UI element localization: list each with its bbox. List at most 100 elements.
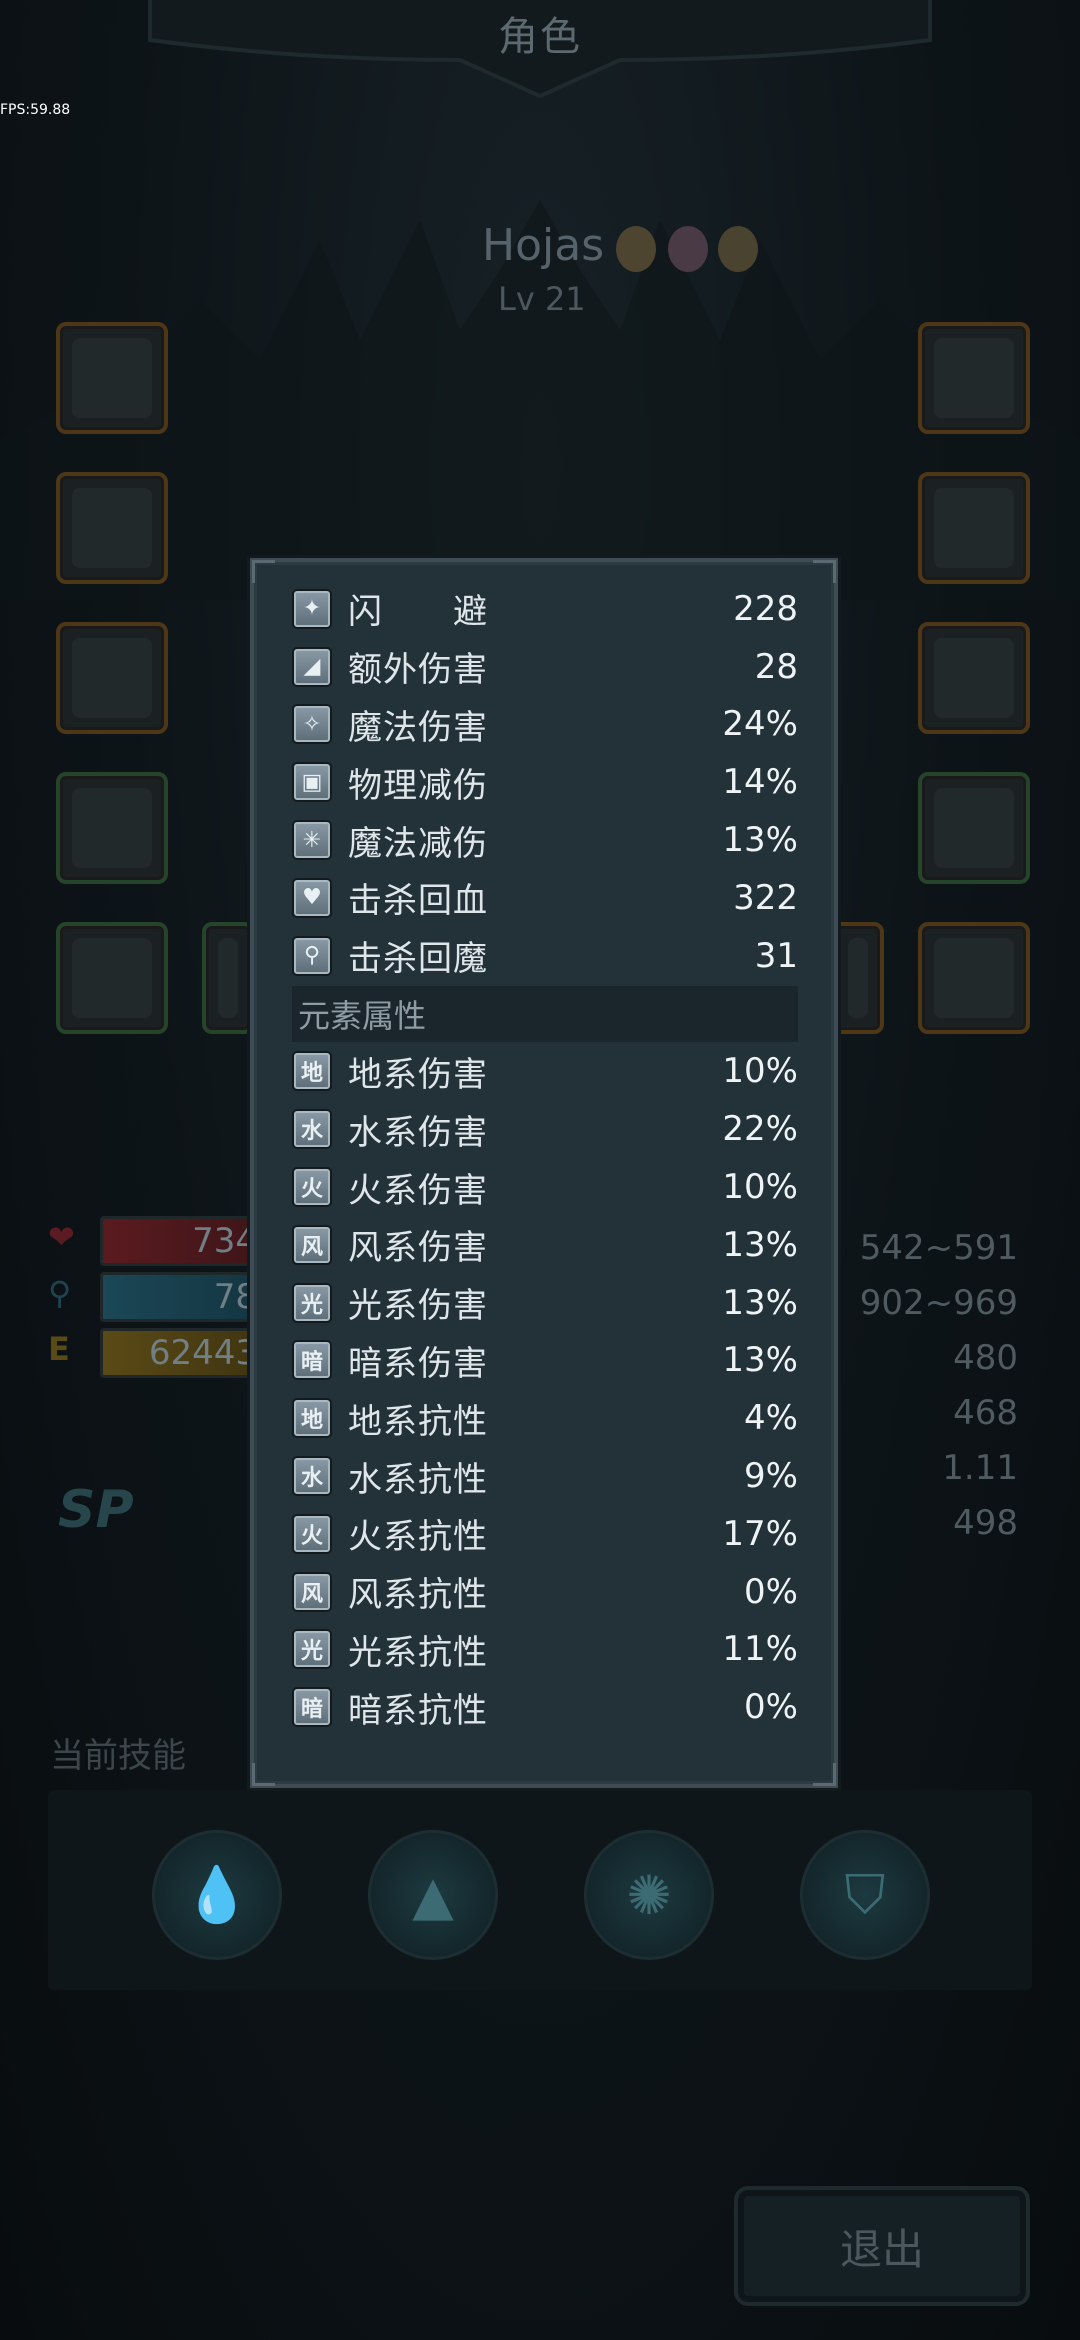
stat-label: 水系伤害 (348, 1112, 488, 1153)
stat-label: 额外伤害 (348, 650, 488, 691)
earth-icon: 地 (292, 1051, 332, 1092)
physical-reduction-icon: ▣ (292, 762, 332, 803)
stat-label: 水系抗性 (348, 1459, 488, 1500)
stat-row: 光光系抗性 11% (292, 1621, 798, 1679)
equip-slot-shield[interactable] (918, 922, 1030, 1034)
stat-row: 风风系伤害 13% (292, 1216, 798, 1274)
stat-value: 13% (722, 820, 798, 861)
stat-row: ✳ 魔法减伤 13% (292, 811, 798, 869)
skill-slot-4[interactable]: ⛉ (800, 1830, 930, 1960)
equip-slot-helmet[interactable] (56, 322, 168, 434)
stat-magic-attack: 902~969 (859, 1283, 1018, 1323)
stat-row: 火火系抗性 17% (292, 1505, 798, 1563)
equip-slot-armor[interactable] (56, 472, 168, 584)
current-skills-label: 当前技能 (50, 1736, 186, 1776)
medal-icon (668, 226, 708, 272)
hero-name: Hojas (482, 220, 605, 271)
crystal-icon: ✺ (626, 1863, 672, 1927)
stat-list: ✦ 闪 避 228 ◢ 额外伤害 28 ✧ 魔法伤害 24% ▣ 物理减伤 14% ✳ 魔法减伤 13% ♥ 击… (292, 580, 798, 1736)
element-section-header: 元素属性 (292, 985, 798, 1042)
stat-value: 10% (722, 1167, 798, 1208)
exp-bar: 62443 (100, 1328, 266, 1378)
corner-ornament (813, 560, 836, 583)
stat-value: 9% (744, 1456, 798, 1497)
stat-label: 风系伤害 (348, 1228, 488, 1269)
stat-magic-defense: 468 (953, 1393, 1018, 1433)
skill-slot-1[interactable]: 💧 (152, 1830, 282, 1960)
exp-value: 62443 (148, 1333, 257, 1373)
stat-row: 暗暗系抗性 0% (292, 1678, 798, 1736)
stat-value: 10% (722, 1051, 798, 1092)
stat-value: 0% (744, 1687, 798, 1728)
stat-label: 光系抗性 (348, 1632, 488, 1673)
stat-label: 风系抗性 (348, 1575, 488, 1616)
dark-icon: 暗 (292, 1340, 332, 1381)
page-title: 角色 (498, 14, 582, 60)
dodge-icon: ✦ (292, 588, 332, 629)
stat-label: 物理减伤 (348, 765, 488, 806)
light-icon: 光 (292, 1282, 332, 1323)
stat-label: 击杀回魔 (348, 939, 488, 980)
top-bar: 角色 (0, 0, 1080, 100)
stat-value: 24% (722, 704, 798, 745)
stat-value: 13% (722, 1224, 798, 1265)
stat-row: 水水系抗性 9% (292, 1447, 798, 1505)
stat-row: 地地系伤害 10% (292, 1043, 798, 1101)
light-icon: 光 (292, 1629, 332, 1670)
stat-label: 暗系抗性 (348, 1690, 488, 1731)
stat-label: 光系伤害 (348, 1286, 488, 1327)
equip-slot-ring[interactable] (918, 472, 1030, 584)
equip-slot-boots[interactable] (56, 622, 168, 734)
equip-slot-necklace[interactable] (918, 772, 1030, 884)
stat-row: 火火系伤害 10% (292, 1158, 798, 1216)
stat-row: ◢ 额外伤害 28 (292, 638, 798, 696)
stat-value: 13% (722, 1340, 798, 1381)
exp-icon: E (48, 1330, 70, 1368)
stat-label: 击杀回血 (348, 881, 488, 922)
mana-icon: ⚲ (48, 1274, 72, 1312)
stat-value: 13% (722, 1282, 798, 1323)
stat-row: ✧ 魔法伤害 24% (292, 696, 798, 754)
stat-row: 水水系伤害 22% (292, 1100, 798, 1158)
equip-slot-weapon[interactable] (918, 322, 1030, 434)
hero-level: Lv 21 (498, 280, 586, 318)
stat-value: 14% (722, 762, 798, 803)
stat-value: 28 (754, 646, 798, 687)
medal-icon (718, 226, 758, 272)
kill-mana-icon: ⚲ (292, 935, 332, 976)
stat-defense: 480 (953, 1338, 1018, 1378)
magic-damage-icon: ✧ (292, 704, 332, 745)
stat-label: 暗系伤害 (348, 1343, 488, 1384)
dark-icon: 暗 (292, 1687, 332, 1728)
ice-spikes-icon: ▲ (412, 1863, 454, 1927)
stat-label: 魔法伤害 (348, 707, 488, 748)
earth-icon: 地 (292, 1398, 332, 1439)
corner-ornament (252, 560, 275, 583)
stat-value: 31 (754, 935, 798, 976)
medal-icon (616, 226, 656, 272)
shield-drop-icon: ⛉ (844, 1863, 886, 1926)
stat-value: 4% (744, 1398, 798, 1439)
equip-slot-cloak[interactable] (56, 922, 168, 1034)
stat-speed: 1.11 (942, 1448, 1018, 1488)
fire-icon: 火 (292, 1167, 332, 1208)
stat-label: 地系伤害 (348, 1054, 488, 1095)
equip-slot-belt[interactable] (202, 922, 254, 1034)
sp-label: SP (58, 1480, 134, 1540)
fps-counter: FPS:59.88 (0, 102, 71, 118)
equip-slot-gloves[interactable] (56, 772, 168, 884)
stat-value: 11% (722, 1629, 798, 1670)
stat-row: 地地系抗性 4% (292, 1389, 798, 1447)
equip-slot-ring-2[interactable] (918, 622, 1030, 734)
stat-row: ⚲ 击杀回魔 31 (292, 927, 798, 985)
water-icon: 水 (292, 1109, 332, 1150)
corner-ornament (813, 1763, 836, 1786)
skill-slot-2[interactable]: ▲ (368, 1830, 498, 1960)
wind-icon: 风 (292, 1224, 332, 1265)
stat-row: ▣ 物理减伤 14% (292, 753, 798, 811)
equip-slot-accessory[interactable] (832, 922, 884, 1034)
skill-slot-3[interactable]: ✺ (584, 1830, 714, 1960)
wind-icon: 风 (292, 1571, 332, 1612)
exit-button[interactable]: 退出 (734, 2186, 1030, 2306)
stat-row: 光光系伤害 13% (292, 1274, 798, 1332)
